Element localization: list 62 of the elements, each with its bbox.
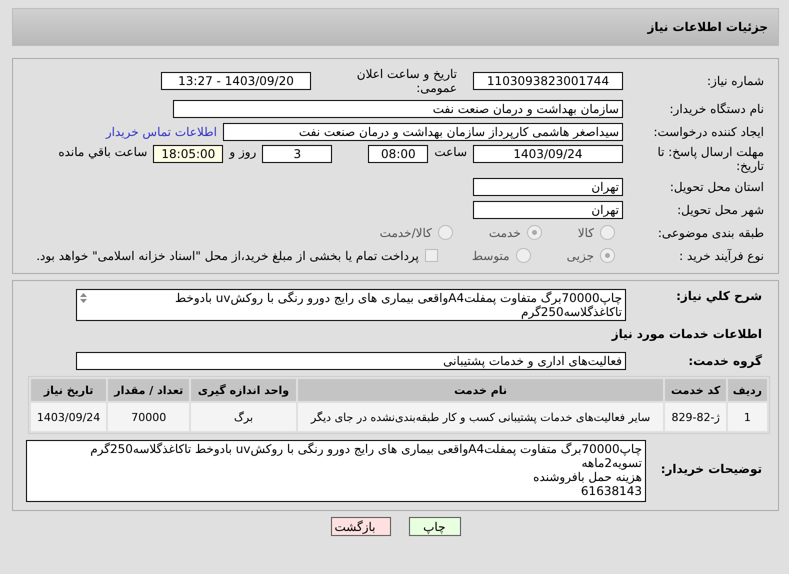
column-header: واحد اندازه گیری — [191, 379, 296, 401]
field-label: طبقه بندی موضوعی: — [656, 226, 765, 240]
days-field[interactable]: 3 — [262, 145, 332, 163]
time-field[interactable]: 08:00 — [368, 145, 428, 163]
table-cell: 1403/09/24 — [31, 403, 106, 431]
notes-line: تسویه2ماهه — [580, 456, 642, 470]
notes-line: 61638143 — [580, 484, 642, 498]
summary-text: چاپ70000برگ متفاوت پمفلتA4واقعی بیماری های رایج دورو رنگی با روکشuv بادوخط تاکاغذگلاسه250گرم — [175, 291, 622, 319]
summary-textarea[interactable]: چاپ70000برگ متفاوت پمفلتA4واقعی بیماری های رایج دورو رنگی با روکشuv بادوخط تاکاغذگلاسه250گرم — [76, 289, 626, 321]
column-header: تعداد / مقدار — [108, 379, 190, 401]
column-header: نام خدمت — [298, 379, 664, 401]
field-label: شماره نیاز: — [706, 74, 765, 88]
notes-line: هزینه حمل بافروشنده — [532, 470, 642, 484]
field-label: مهلت ارسال پاسخ: تا تاریخ: — [656, 145, 765, 173]
payment-note: پرداخت تمام یا بخشی از مبلغ خرید،از محل "اسناد خزانه اسلامی" خواهد بود. — [36, 248, 419, 262]
print-button[interactable]: چاپ — [408, 517, 460, 536]
text-field[interactable]: سازمان بهداشت و درمان صنعت نفت — [173, 100, 623, 118]
table-cell: سایر فعالیت‌های خدمات پشتیبانی کسب و کار طبقه‌بندی‌نشده در جای دیگر — [298, 403, 664, 431]
radio-label: خدمت — [488, 226, 521, 240]
field-label: ایجاد کننده درخواست: — [652, 124, 765, 138]
text-field[interactable]: تهران — [473, 178, 623, 196]
field-label: نام دستگاه خریدار: — [668, 102, 765, 116]
back-button[interactable]: بازگشت — [330, 517, 390, 536]
table-cell: برگ — [191, 403, 296, 431]
field-label: استان محل تحویل: — [668, 180, 765, 194]
radio-button[interactable] — [600, 248, 615, 263]
section-heading: اطلاعات خدمات مورد نیاز — [612, 327, 763, 341]
field-label: گروه خدمت: — [687, 354, 763, 368]
text-field[interactable]: فعالیت‌های اداری و خدمات پشتیبانی — [76, 352, 626, 370]
scroll-arrows-icon[interactable] — [79, 292, 88, 304]
text-field[interactable]: سیداصغر هاشمی کارپرداز سازمان بهداشت و درمان صنعت نفت — [223, 122, 623, 140]
text-field[interactable]: 1403/09/20 - 13:27 — [161, 72, 311, 90]
column-header: کد خدمت — [665, 379, 726, 401]
radio-label: جزیی — [566, 248, 594, 262]
radio-label: کالا/خدمت — [380, 226, 432, 240]
header-title: جزئیات اطلاعات نیاز — [647, 20, 768, 34]
field-label: روز و — [229, 145, 256, 159]
field-label: شهر محل تحویل: — [676, 202, 765, 216]
text-field[interactable]: تهران — [473, 200, 623, 218]
text-field[interactable]: 1103093823001744 — [473, 72, 623, 90]
table-cell: ژ-82-829 — [665, 403, 726, 431]
remaining-field: 18:05:00 — [153, 145, 224, 163]
radio-button[interactable] — [526, 225, 542, 240]
contact-link[interactable]: اطلاعات تماس خریدار — [106, 124, 217, 138]
field-label: ساعت — [434, 145, 467, 159]
table-cell: 70000 — [108, 403, 190, 431]
field-label: تاریخ و ساعت اعلان عمومی: — [356, 67, 458, 95]
field-label: شرح کلي نیاز: — [675, 289, 763, 303]
table-cell: 1 — [728, 403, 767, 431]
radio-button[interactable] — [438, 225, 453, 240]
field-label: توضیحات خریدار: — [660, 462, 763, 476]
notes-line: چاپ70000برگ متفاوت پمفلتA4واقعی بیماری های رایج دورو رنگی با روکشuv بادوخط تاکاغذگلاسه250گرم — [89, 442, 642, 456]
radio-label: کالا — [578, 226, 594, 240]
column-header: تاریخ نیاز — [31, 379, 106, 401]
column-header: ردیف — [728, 379, 767, 401]
radio-button[interactable] — [516, 248, 531, 263]
radio-label: متوسط — [472, 248, 510, 262]
field-label: ساعت باقي مانده — [58, 145, 148, 159]
radio-button[interactable] — [600, 225, 615, 240]
checkbox[interactable] — [424, 249, 438, 262]
date-field[interactable]: 1403/09/24 — [473, 145, 623, 163]
field-label: نوع فرآیند خرید : — [678, 248, 765, 262]
